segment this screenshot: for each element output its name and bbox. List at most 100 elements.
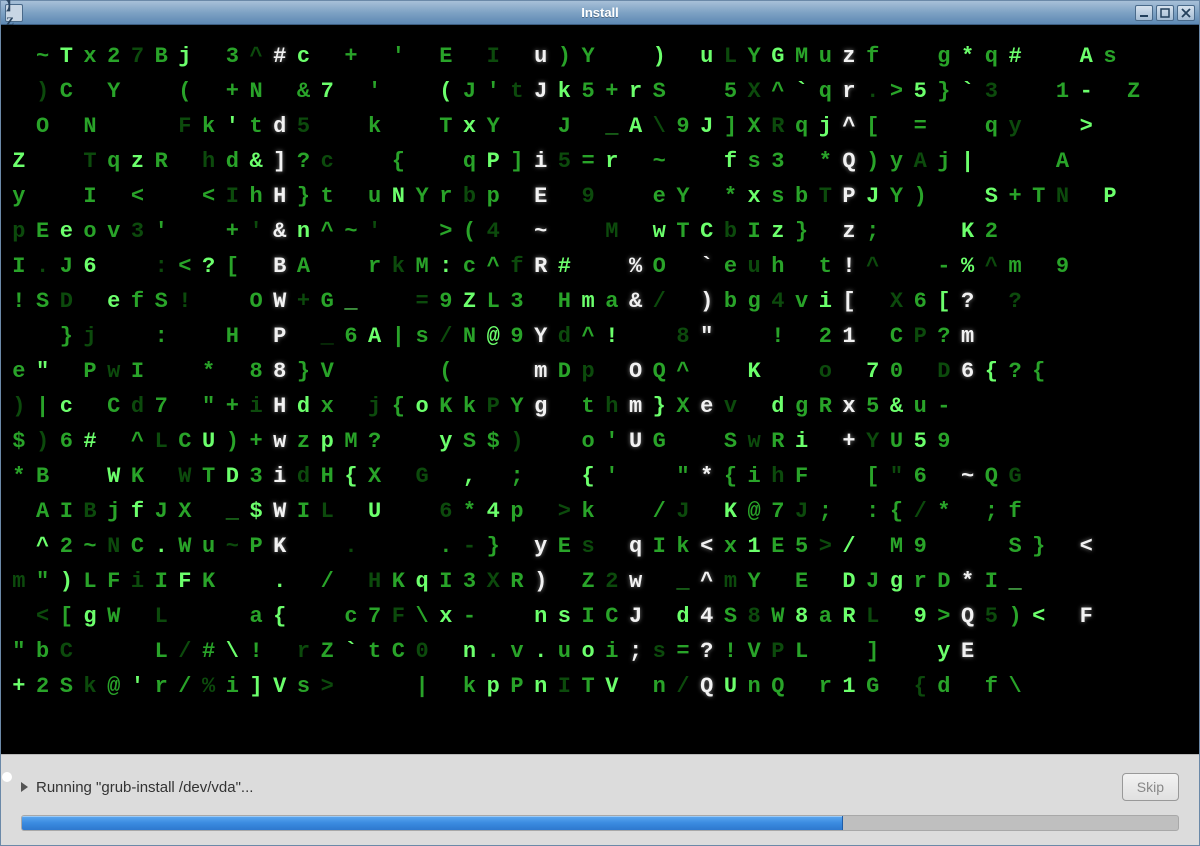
matrix-cell: `: [790, 74, 814, 109]
matrix-cell: 0: [885, 354, 909, 389]
matrix-cell: [1122, 424, 1146, 459]
matrix-cell: N: [458, 319, 482, 354]
matrix-cell: [1146, 634, 1170, 669]
matrix-cell: [220, 284, 244, 319]
matrix-cell: j: [932, 144, 956, 179]
matrix-cell: [695, 144, 719, 179]
matrix-cell: ): [908, 179, 932, 214]
matrix-cell: 6: [54, 424, 78, 459]
matrix-cell: &: [244, 144, 268, 179]
matrix-cell: ): [505, 424, 529, 459]
matrix-cell: C: [102, 389, 126, 424]
matrix-cell: L: [315, 494, 339, 529]
skip-button[interactable]: Skip: [1122, 773, 1179, 801]
minimize-button[interactable]: [1135, 5, 1153, 21]
matrix-cell: [7, 494, 31, 529]
matrix-cell: D: [220, 459, 244, 494]
matrix-cell: [54, 354, 78, 389]
matrix-cell: ?: [363, 424, 387, 459]
matrix-cell: [7, 74, 31, 109]
matrix-cell: d: [766, 389, 790, 424]
matrix-cell: [1169, 564, 1193, 599]
matrix-cell: [410, 109, 434, 144]
matrix-cell: d: [553, 319, 577, 354]
maximize-button[interactable]: [1156, 5, 1174, 21]
matrix-cell: [173, 599, 197, 634]
matrix-cell: A: [624, 109, 648, 144]
matrix-cell: j: [78, 319, 102, 354]
matrix-cell: [410, 144, 434, 179]
matrix-cell: a: [813, 599, 837, 634]
matrix-cell: K: [719, 494, 743, 529]
matrix-cell: [719, 354, 743, 389]
matrix-row: O N Fk'td5 k TxY J _A\9J]XRqj^[ = qy >: [7, 109, 1193, 144]
matrix-cell: 8: [742, 599, 766, 634]
matrix-cell: p: [505, 494, 529, 529]
matrix-cell: H: [363, 564, 387, 599]
matrix-cell: [102, 319, 126, 354]
matrix-cell: |: [31, 389, 55, 424]
matrix-cell: W: [766, 599, 790, 634]
matrix-cell: [1146, 39, 1170, 74]
matrix-cell: ): [220, 424, 244, 459]
matrix-cell: ': [220, 109, 244, 144]
matrix-cell: [1169, 249, 1193, 284]
matrix-cell: L: [78, 564, 102, 599]
matrix-cell: >: [813, 529, 837, 564]
matrix-cell: ": [695, 319, 719, 354]
matrix-cell: \: [1003, 669, 1027, 704]
matrix-cell: 5: [908, 74, 932, 109]
matrix-cell: [220, 354, 244, 389]
matrix-cell: q: [458, 144, 482, 179]
matrix-cell: T: [434, 109, 458, 144]
matrix-cell: Q: [956, 599, 980, 634]
details-expander-icon[interactable]: [21, 782, 28, 792]
matrix-cell: A: [31, 494, 55, 529]
matrix-cell: -: [932, 249, 956, 284]
matrix-cell: +: [1003, 179, 1027, 214]
matrix-cell: [1169, 599, 1193, 634]
matrix-cell: [78, 634, 102, 669]
matrix-cell: [1098, 529, 1122, 564]
matrix-cell: [1169, 389, 1193, 424]
matrix-cell: d: [268, 109, 292, 144]
matrix-cell: [529, 109, 553, 144]
matrix-cell: 5: [553, 144, 577, 179]
matrix-cell: !: [173, 284, 197, 319]
matrix-cell: K: [387, 564, 411, 599]
matrix-cell: [1122, 529, 1146, 564]
matrix-cell: [813, 424, 837, 459]
matrix-cell: T: [576, 669, 600, 704]
matrix-cell: 8: [790, 599, 814, 634]
matrix-cell: @: [102, 669, 126, 704]
matrix-cell: i: [126, 564, 150, 599]
matrix-cell: ): [695, 284, 719, 319]
matrix-cell: [932, 459, 956, 494]
matrix-cell: +: [220, 389, 244, 424]
matrix-cell: n: [529, 669, 553, 704]
matrix-cell: ": [31, 354, 55, 389]
matrix-cell: }: [292, 354, 316, 389]
matrix-cell: i: [742, 459, 766, 494]
matrix-cell: [126, 109, 150, 144]
matrix-cell: [979, 319, 1003, 354]
titlebar: 】Z Install: [1, 1, 1199, 25]
matrix-cell: S: [149, 284, 173, 319]
matrix-cell: =: [410, 284, 434, 319]
matrix-row: pEeov3' +'&n^~' >(4 ~ M wTCbIz} z; K2: [7, 214, 1193, 249]
progress-bar: [21, 815, 1179, 831]
matrix-cell: k: [458, 389, 482, 424]
matrix-cell: P: [1098, 179, 1122, 214]
matrix-cell: O: [31, 109, 55, 144]
matrix-cell: }: [1027, 529, 1051, 564]
matrix-cell: ;: [505, 459, 529, 494]
matrix-cell: [908, 214, 932, 249]
matrix-cell: [1051, 39, 1075, 74]
matrix-cell: [7, 39, 31, 74]
matrix-cell: [1169, 354, 1193, 389]
matrix-cell: [1146, 249, 1170, 284]
matrix-cell: h: [600, 389, 624, 424]
matrix-cell: C: [885, 319, 909, 354]
matrix-cell: W: [268, 494, 292, 529]
close-button[interactable]: [1177, 5, 1195, 21]
